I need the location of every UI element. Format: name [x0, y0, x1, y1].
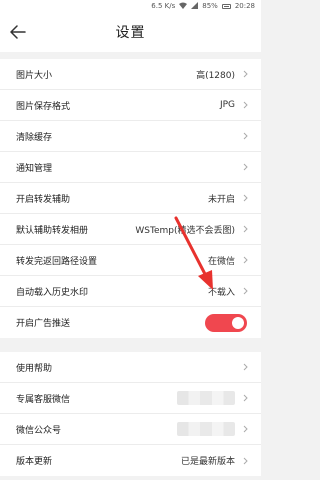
chevron-right-icon [241, 131, 249, 141]
chevron-right-icon [241, 255, 249, 265]
chevron-right-icon [241, 424, 249, 434]
setting-label: 图片大小 [16, 70, 53, 81]
setting-label: 转发完返回路径设置 [16, 256, 98, 267]
back-button[interactable] [8, 22, 28, 42]
setting-label: 通知管理 [16, 163, 53, 174]
battery-percent: 85% [202, 2, 218, 10]
wifi-icon [179, 2, 188, 11]
ad-push-toggle[interactable] [205, 313, 247, 332]
chevron-right-icon [241, 100, 249, 110]
setting-official-account[interactable]: 微信公众号 [0, 414, 261, 445]
battery-icon [221, 3, 231, 9]
setting-notifications[interactable]: 通知管理 [0, 152, 261, 183]
setting-version-update[interactable]: 版本更新 已是最新版本 [0, 445, 261, 476]
chevron-right-icon [241, 456, 249, 466]
setting-label: 开启广告推送 [16, 319, 71, 329]
setting-label: 清除缓存 [16, 132, 53, 143]
setting-label: 开启转发辅助 [16, 194, 71, 205]
app-header: 设置 [0, 12, 261, 52]
chevron-right-icon [241, 393, 249, 403]
arrow-left-icon [10, 25, 26, 39]
setting-return-path[interactable]: 转发完返回路径设置 在微信 [0, 245, 261, 276]
setting-help[interactable]: 使用帮助 [0, 352, 261, 383]
setting-value: 不载入 [207, 287, 235, 298]
setting-value: 高(1280) [196, 70, 235, 81]
setting-label: 版本更新 [16, 457, 53, 467]
network-speed: 6.5 K/s [151, 2, 176, 10]
settings-section-support: 使用帮助 专属客服微信 微信公众号 版本更新 已是最新版本 [0, 352, 261, 476]
setting-value: 未开启 [207, 194, 235, 205]
signal-icon [191, 1, 199, 11]
setting-value: WSTemp(精选不会丢图) [135, 225, 235, 236]
chevron-right-icon [241, 362, 249, 372]
setting-label: 自动载入历史水印 [16, 287, 89, 298]
setting-value: JPG [219, 100, 235, 110]
setting-value: 在微信 [207, 256, 235, 267]
setting-value: 已是最新版本 [180, 457, 235, 467]
setting-default-album[interactable]: 默认辅助转发相册 WSTemp(精选不会丢图) [0, 214, 261, 245]
setting-support-wechat[interactable]: 专属客服微信 [0, 383, 261, 414]
setting-ad-push: 开启广告推送 [0, 307, 261, 338]
chevron-right-icon [241, 193, 249, 203]
chevron-right-icon [241, 162, 249, 172]
settings-section-main: 图片大小 高(1280) 图片保存格式 JPG 清除缓存 通知管理 开启转发辅助… [0, 59, 261, 338]
clock: 20:28 [234, 2, 255, 10]
setting-label: 使用帮助 [16, 363, 53, 374]
chevron-right-icon [241, 286, 249, 296]
chevron-right-icon [241, 69, 249, 79]
setting-label: 微信公众号 [16, 425, 62, 436]
setting-clear-cache[interactable]: 清除缓存 [0, 121, 261, 152]
status-bar: 6.5 K/s 85% 20:28 [0, 0, 261, 12]
setting-label: 图片保存格式 [16, 101, 71, 112]
setting-label: 专属客服微信 [16, 394, 71, 405]
setting-forward-assist[interactable]: 开启转发辅助 未开启 [0, 183, 261, 214]
setting-image-format[interactable]: 图片保存格式 JPG [0, 90, 261, 121]
toggle-knob [232, 316, 244, 329]
setting-history-watermark[interactable]: 自动载入历史水印 不载入 [0, 276, 261, 307]
chevron-right-icon [241, 224, 249, 234]
redacted-value [177, 422, 235, 436]
setting-label: 默认辅助转发相册 [16, 225, 89, 236]
setting-image-size[interactable]: 图片大小 高(1280) [0, 59, 261, 90]
page-title: 设置 [115, 25, 146, 41]
redacted-value [177, 391, 235, 405]
